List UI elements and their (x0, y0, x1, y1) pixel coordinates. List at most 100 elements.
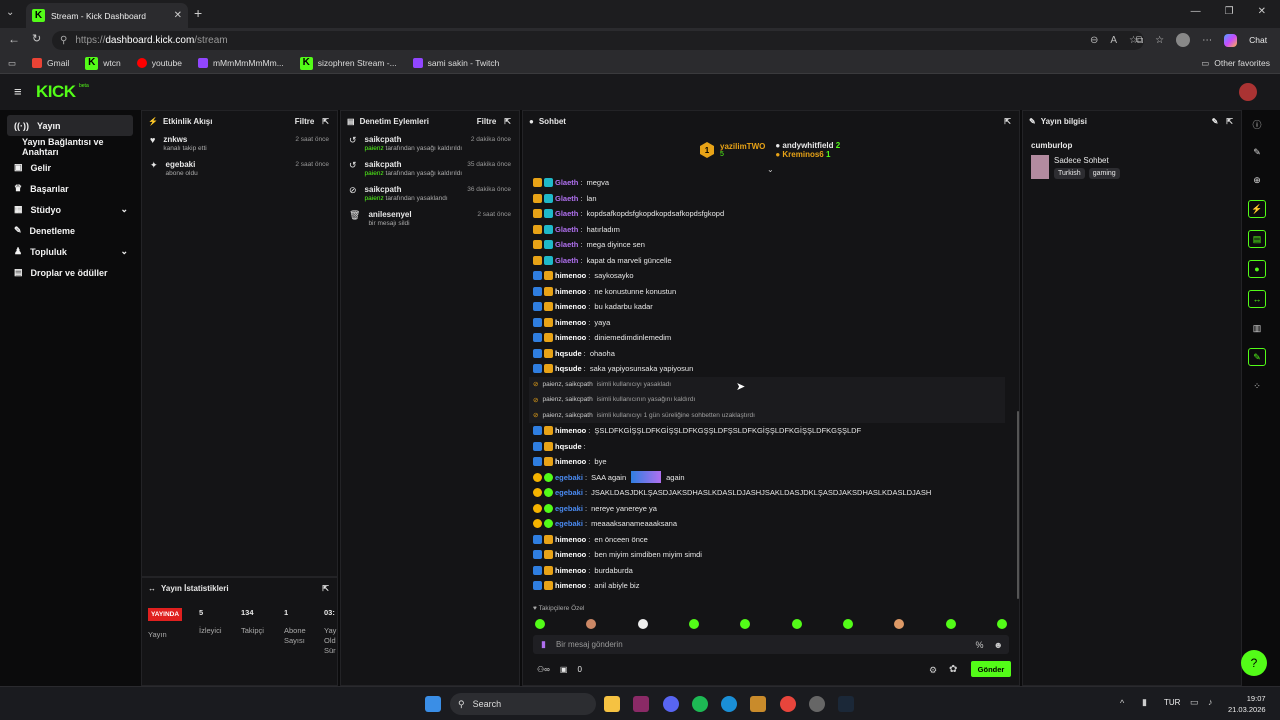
read-aloud-icon[interactable]: A (1110, 35, 1117, 46)
windows-start-icon[interactable] (425, 696, 441, 712)
maximize-icon[interactable]: ❐ (1225, 6, 1234, 17)
chat-username[interactable]: himenoo (555, 271, 586, 280)
tab-close-icon[interactable]: ✕ (174, 10, 182, 21)
gifter-2-name[interactable]: andywhitfield (782, 141, 833, 150)
chat-username[interactable]: himenoo (555, 426, 586, 435)
emote-icon[interactable] (945, 619, 956, 629)
profile-avatar[interactable] (1176, 33, 1191, 47)
emote-icon[interactable] (688, 619, 699, 629)
emoji-icon[interactable]: ☻ (994, 640, 1003, 650)
volume-icon[interactable]: ♪ (1208, 697, 1213, 707)
wrench-icon[interactable]: ✎ (1248, 348, 1266, 366)
sidebar-item-gelir[interactable]: ▣ Gelir (0, 157, 140, 178)
emote-icon[interactable] (637, 619, 648, 629)
chat-username[interactable]: himenoo (555, 333, 586, 342)
tag[interactable]: gaming (1088, 168, 1120, 179)
chat-username[interactable]: hqsude (555, 364, 582, 373)
game-icon[interactable] (750, 696, 766, 712)
chat-username[interactable]: egebaki (555, 519, 583, 528)
chat-username[interactable]: Glaeth (555, 178, 578, 187)
emote-icon[interactable] (740, 619, 751, 629)
more-icon[interactable]: ⋯ (1202, 35, 1212, 46)
window-close-icon[interactable]: ✕ (1258, 6, 1266, 17)
emote-icon[interactable] (996, 619, 1007, 629)
steam-icon[interactable] (838, 696, 854, 712)
edge-icon[interactable] (721, 696, 737, 712)
chat-username[interactable]: Glaeth (555, 209, 578, 218)
chat-users-icon[interactable]: ⚇∞ (537, 665, 550, 674)
chat-username[interactable]: Glaeth (555, 240, 578, 249)
sidebar-item-denetleme[interactable]: ✎ Denetleme (0, 220, 140, 241)
chat-username[interactable]: himenoo (555, 457, 586, 466)
taskbar-search[interactable]: ⚲ Search (450, 693, 596, 715)
chat-settings-icon[interactable]: ⚙ (929, 665, 937, 676)
chat-username[interactable]: egebaki (555, 473, 583, 482)
chat-username[interactable]: Glaeth (555, 256, 578, 265)
discord-icon[interactable] (663, 696, 679, 712)
chrome-icon[interactable] (780, 696, 796, 712)
chat-username[interactable]: himenoo (555, 287, 586, 296)
help-icon[interactable]: ? (1241, 650, 1267, 676)
tag[interactable]: Turkish (1054, 168, 1085, 179)
menu-icon[interactable]: ≡ (14, 84, 22, 99)
chat-scrollbar[interactable] (1017, 411, 1019, 599)
top-gifter-name[interactable]: yazilimTWO (720, 142, 765, 151)
emote-icon[interactable] (535, 619, 545, 629)
bookmark-wtcn[interactable]: Kwtcn (85, 56, 121, 70)
new-tab-icon[interactable]: + (194, 5, 202, 21)
app-icon[interactable] (809, 696, 825, 712)
bookmark-twitch-2[interactable]: sami sakin - Twitch (412, 58, 499, 68)
chat-username[interactable]: himenoo (555, 550, 586, 559)
chat-username[interactable]: himenoo (555, 302, 586, 311)
emote-icon[interactable] (586, 619, 597, 629)
site-info-icon[interactable]: ⚲ (60, 35, 67, 46)
extensions-icon[interactable]: ⧉ (1136, 35, 1143, 46)
clock[interactable]: 19:07 21.03.2026 (1228, 693, 1266, 715)
reload-icon[interactable]: ↻ (32, 32, 41, 45)
popout-icon[interactable]: ⇱ (1004, 117, 1011, 126)
edit-icon[interactable]: ✎ (1212, 117, 1219, 126)
file-explorer-icon[interactable] (604, 696, 620, 712)
kick-logo[interactable]: KICK (36, 82, 76, 102)
info-icon[interactable]: ⓘ (1249, 116, 1265, 132)
clipboard-icon[interactable]: ▤ (1248, 230, 1266, 248)
sidebar-item-stream-key[interactable]: Yayın Bağlantısı ve Anahtarı (0, 136, 140, 157)
stack-icon[interactable]: ▥ (1249, 320, 1265, 336)
minimize-icon[interactable]: — (1191, 6, 1201, 17)
other-favorites[interactable]: ▭ Other favorites (1201, 58, 1270, 69)
chat-username[interactable]: Glaeth (555, 194, 578, 203)
spotify-icon[interactable] (692, 696, 708, 712)
user-avatar[interactable] (1239, 83, 1257, 101)
chat-username[interactable]: hqsude (555, 349, 582, 358)
translate-icon[interactable]: % (976, 640, 984, 650)
network-icon[interactable]: ▭ (1190, 697, 1199, 708)
bookmark-kick-sizophren[interactable]: Ksizophren Stream -... (299, 56, 397, 70)
bolt-icon[interactable]: ⚡ (1248, 200, 1266, 218)
bookmark-youtube[interactable]: youtube (136, 58, 182, 68)
favorites-icon[interactable]: ☆ (1155, 35, 1164, 46)
chat-mod-icon[interactable]: ✿ (949, 664, 957, 675)
tab-list-icon[interactable]: ⌄ (6, 7, 14, 18)
expand-chevron-icon[interactable]: ⌄ (767, 165, 774, 174)
chat-username[interactable]: egebaki (555, 488, 583, 497)
bookmark-twitch-1[interactable]: mMmMmMmMm... (197, 58, 284, 68)
chat-input[interactable]: ▮ Bir mesaj gönderin % ☻ (533, 635, 1009, 654)
tray-chevron-icon[interactable]: ^ (1120, 698, 1124, 708)
popout-icon[interactable]: ⇱ (322, 584, 329, 593)
pen-icon[interactable]: ✎ (1249, 144, 1265, 160)
chat-username[interactable]: hqsude (555, 442, 582, 451)
zoom-icon[interactable]: ⊖ (1090, 35, 1098, 46)
chat-username[interactable]: himenoo (555, 581, 586, 590)
chat-bubble-icon[interactable]: ● (1248, 260, 1266, 278)
chat-username[interactable]: himenoo (555, 318, 586, 327)
browser-tab[interactable]: K Stream - Kick Dashboard ✕ (26, 3, 188, 28)
popout-icon[interactable]: ⇱ (504, 117, 511, 126)
url-bar[interactable]: ⚲ https://dashboard.kick.com/stream ⊖ A … (52, 31, 1144, 50)
tab-actions-icon[interactable]: ▭ (8, 58, 16, 69)
chat-username[interactable]: Glaeth (555, 225, 578, 234)
chat-button[interactable]: Chat (1249, 35, 1267, 45)
target-icon[interactable]: ⊕ (1249, 172, 1265, 188)
bookmark-gmail[interactable]: Gmail (32, 58, 69, 68)
chat-username[interactable]: himenoo (555, 535, 586, 544)
activity-filter-button[interactable]: Filtre (295, 117, 315, 126)
